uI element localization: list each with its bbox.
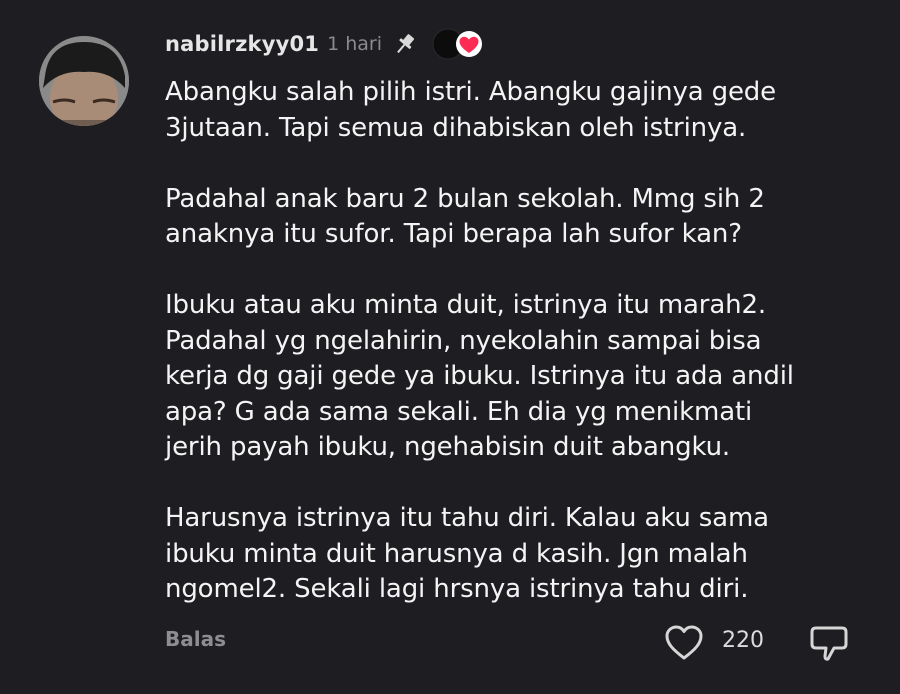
- creator-liked-badge: [432, 28, 486, 60]
- heart-outline-icon: [665, 625, 703, 660]
- comment-item: nabilrzkyy01 1 hari Abangku salah pilih …: [0, 0, 900, 694]
- dislike-button[interactable]: [808, 622, 850, 664]
- username[interactable]: nabilrzkyy01: [165, 32, 319, 56]
- like-button[interactable]: [664, 624, 704, 662]
- user-avatar[interactable]: [39, 36, 129, 126]
- like-count: 220: [722, 628, 764, 653]
- comment-text: Abangku salah pilih istri. Abangku gajin…: [165, 77, 794, 604]
- avatar-image: [39, 36, 129, 126]
- comment-time: 1 hari: [327, 33, 383, 55]
- pin-icon: [392, 31, 418, 57]
- comment-header: nabilrzkyy01 1 hari: [165, 26, 486, 62]
- reply-button[interactable]: Balas: [165, 627, 226, 651]
- dislike-icon: [810, 626, 848, 661]
